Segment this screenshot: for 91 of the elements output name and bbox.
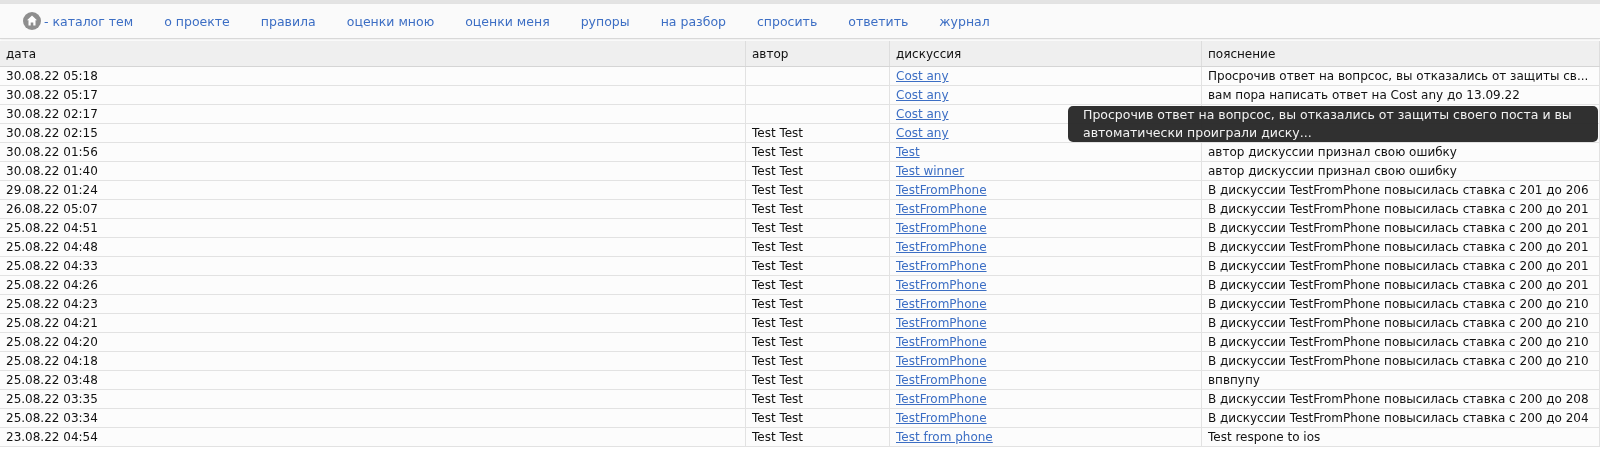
nav-link[interactable]: журнал [939, 13, 990, 29]
note-cell: Test respone to ios [1208, 430, 1321, 444]
nav-link[interactable]: оценки мною [346, 13, 435, 29]
date-cell: 25.08.22 03:35 [6, 392, 98, 406]
note-cell: В дискуссии TestFromPhone повысилась ставка с 200 до 210 [1208, 316, 1589, 330]
nav-link[interactable]: оценки меня [465, 13, 550, 29]
note-cell: впвпупу [1208, 373, 1260, 387]
discussion-link[interactable]: Cost any [896, 107, 949, 121]
nav-link[interactable]: правила [260, 13, 316, 29]
note-cell: автор дискуссии признал свою ошибку [1208, 145, 1457, 159]
home-icon [23, 12, 41, 30]
author-cell: Test Test [752, 316, 804, 330]
discussion-link[interactable]: Test winner [896, 164, 965, 178]
note-cell: В дискуссии TestFromPhone повысилась ставка с 200 до 201 [1208, 221, 1589, 235]
note-cell: автор дискуссии признал свою ошибку [1208, 164, 1457, 178]
author-cell: Test Test [752, 278, 804, 292]
discussion-link[interactable]: Cost any [896, 88, 949, 102]
discussion-link[interactable]: TestFromPhone [896, 278, 987, 292]
note-cell: В дискуссии TestFromPhone повысилась ставка с 200 до 210 [1208, 335, 1589, 349]
column-header: пояснение [1201, 41, 1600, 67]
author-cell: Test Test [752, 354, 804, 368]
date-cell: 25.08.22 04:20 [6, 335, 98, 349]
date-cell: 30.08.22 01:40 [6, 164, 98, 178]
nav-link[interactable]: рупоры [580, 13, 630, 29]
note-cell: В дискуссии TestFromPhone повысилась ставка с 200 до 210 [1208, 354, 1589, 368]
catalog-link[interactable]: - каталог тем [23, 12, 134, 30]
note-cell: В дискуссии TestFromPhone повысилась ставка с 200 до 210 [1208, 297, 1589, 311]
discussion-link[interactable]: TestFromPhone [896, 392, 987, 406]
discussion-link[interactable]: Test from phone [896, 430, 993, 444]
author-cell: Test Test [752, 297, 804, 311]
note-cell: В дискуссии TestFromPhone повысилась ставка с 200 до 201 [1208, 278, 1589, 292]
discussion-link[interactable]: Test [896, 145, 920, 159]
author-cell: Test Test [752, 202, 804, 216]
note-cell: вам пора написать ответ на Cost any до 13.09.22 [1208, 88, 1520, 102]
nav-link[interactable]: ответить [848, 13, 909, 29]
author-cell: Test Test [752, 373, 804, 387]
date-cell: 30.08.22 02:17 [6, 107, 98, 121]
author-cell: Test Test [752, 411, 804, 425]
nav-link[interactable]: на разбор [660, 13, 726, 29]
date-cell: 30.08.22 05:18 [6, 69, 98, 83]
column-header: дата [0, 41, 746, 67]
author-cell: Test Test [752, 335, 804, 349]
date-cell: 25.08.22 04:18 [6, 354, 98, 368]
note-cell: В дискуссии TestFromPhone повысилась ставка с 200 до 201 [1208, 259, 1589, 273]
discussion-link[interactable]: TestFromPhone [896, 335, 987, 349]
author-cell: Test Test [752, 259, 804, 273]
date-cell: 25.08.22 04:48 [6, 240, 98, 254]
author-cell: Test Test [752, 240, 804, 254]
nav-link[interactable]: о проекте [164, 13, 230, 29]
discussion-link[interactable]: TestFromPhone [896, 259, 987, 273]
author-cell: Test Test [752, 145, 804, 159]
date-cell: 23.08.22 04:54 [6, 430, 98, 444]
date-cell: 30.08.22 01:56 [6, 145, 98, 159]
discussion-link[interactable]: TestFromPhone [896, 373, 987, 387]
date-cell: 30.08.22 02:15 [6, 126, 98, 140]
author-cell: Test Test [752, 126, 804, 140]
date-cell: 30.08.22 05:17 [6, 88, 98, 102]
column-header: автор [745, 41, 890, 67]
date-cell: 25.08.22 04:26 [6, 278, 98, 292]
note-cell: В дискуссии TestFromPhone повысилась ставка с 201 до 206 [1208, 183, 1589, 197]
author-cell: Test Test [752, 221, 804, 235]
date-cell: 25.08.22 04:21 [6, 316, 98, 330]
discussion-link[interactable]: TestFromPhone [896, 240, 987, 254]
discussion-link[interactable]: TestFromPhone [896, 221, 987, 235]
discussion-link[interactable]: TestFromPhone [896, 297, 987, 311]
author-cell: Test Test [752, 164, 804, 178]
discussion-link[interactable]: TestFromPhone [896, 202, 987, 216]
date-cell: 25.08.22 03:48 [6, 373, 98, 387]
discussion-link[interactable]: TestFromPhone [896, 411, 987, 425]
date-cell: 25.08.22 04:51 [6, 221, 98, 235]
tooltip: Просрочив ответ на вопрсос, вы отказались от защиты своего поста и вы автоматически проиграли диску... [1068, 106, 1598, 142]
column-header: дискуссия [889, 41, 1202, 67]
author-cell: Test Test [752, 392, 804, 406]
discussion-link[interactable]: TestFromPhone [896, 183, 987, 197]
note-cell: В дискуссии TestFromPhone повысилась ставка с 200 до 201 [1208, 202, 1589, 216]
date-cell: 25.08.22 03:34 [6, 411, 98, 425]
discussion-link[interactable]: Cost any [896, 69, 949, 83]
date-cell: 26.08.22 05:07 [6, 202, 98, 216]
author-cell: Test Test [752, 183, 804, 197]
author-cell: Test Test [752, 430, 804, 444]
discussion-link[interactable]: Cost any [896, 126, 949, 140]
note-cell: В дискуссии TestFromPhone повысилась ставка с 200 до 204 [1208, 411, 1589, 425]
note-cell: Просрочив ответ на вопрсос, вы отказались от защиты св... [1208, 69, 1589, 83]
nav-link[interactable]: спросить [757, 13, 818, 29]
discussion-link[interactable]: TestFromPhone [896, 316, 987, 330]
date-cell: 25.08.22 04:23 [6, 297, 98, 311]
note-cell: В дискуссии TestFromPhone повысилась ставка с 200 до 208 [1208, 392, 1589, 406]
note-cell: В дискуссии TestFromPhone повысилась ставка с 200 до 201 [1208, 240, 1589, 254]
date-cell: 29.08.22 01:24 [6, 183, 98, 197]
date-cell: 25.08.22 04:33 [6, 259, 98, 273]
discussion-link[interactable]: TestFromPhone [896, 354, 987, 368]
